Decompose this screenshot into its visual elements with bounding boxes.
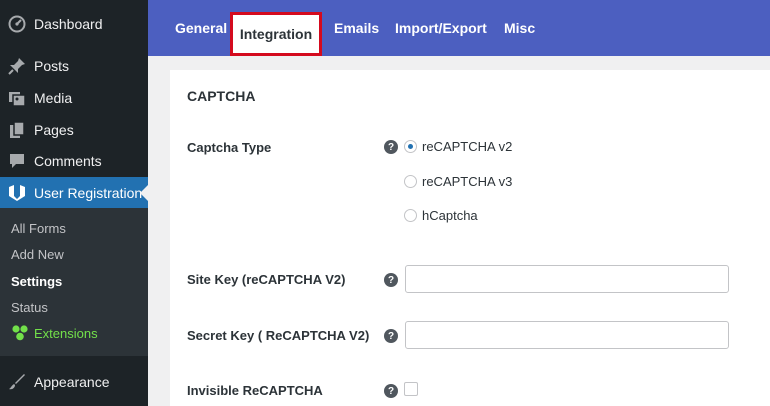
submenu-item-extensions[interactable]: Extensions: [11, 324, 98, 342]
radio-label: reCAPTCHA v3: [422, 174, 513, 189]
sidebar-item-media[interactable]: Media: [0, 82, 148, 114]
secret-key-input[interactable]: [405, 321, 729, 349]
pages-icon: [8, 121, 26, 139]
ur-logo-icon: [8, 184, 26, 202]
tab-misc[interactable]: Misc: [504, 20, 535, 36]
submenu-item-all-forms[interactable]: All Forms: [11, 221, 66, 236]
sidebar-item-label: Pages: [34, 122, 74, 138]
help-icon[interactable]: ?: [384, 140, 398, 154]
site-key-label: Site Key (reCAPTCHA V2): [187, 272, 346, 287]
sidebar-item-label: Comments: [34, 153, 102, 169]
submenu-item-settings[interactable]: Settings: [11, 274, 62, 289]
radio-recaptcha-v3[interactable]: reCAPTCHA v3: [404, 174, 512, 189]
sidebar-item-appearance[interactable]: Appearance: [0, 366, 148, 398]
captcha-type-label: Captcha Type: [187, 140, 272, 155]
invisible-recaptcha-checkbox[interactable]: [404, 382, 418, 396]
tab-emails[interactable]: Emails: [334, 20, 379, 36]
extensions-label: Extensions: [34, 325, 98, 341]
media-icon: [8, 89, 26, 107]
user-registration-submenu: All Forms Add New Settings Status Extens…: [0, 208, 148, 356]
sidebar-item-comments[interactable]: Comments: [0, 145, 148, 177]
extensions-icon: [11, 324, 29, 342]
radio-hcaptcha[interactable]: hCaptcha: [404, 208, 478, 223]
site-key-input[interactable]: [405, 265, 729, 293]
admin-sidebar: Dashboard Posts Media Pages Comments Use…: [0, 0, 148, 406]
radio-recaptcha-v2[interactable]: reCAPTCHA v2: [404, 139, 512, 154]
help-icon[interactable]: ?: [384, 273, 398, 287]
settings-tabs-bar: General Integration Emails Import/Export…: [148, 0, 770, 56]
tab-import-export[interactable]: Import/Export: [395, 20, 487, 36]
sidebar-item-label: Posts: [34, 58, 70, 74]
secret-key-label: Secret Key ( ReCAPTCHA V2): [187, 328, 370, 343]
submenu-item-add-new[interactable]: Add New: [11, 247, 64, 262]
sidebar-item-user-registration[interactable]: User Registration: [0, 177, 148, 209]
sidebar-item-dashboard[interactable]: Dashboard: [0, 8, 148, 40]
sidebar-item-posts[interactable]: Posts: [0, 50, 148, 82]
invisible-recaptcha-label: Invisible ReCAPTCHA: [187, 383, 323, 398]
help-icon[interactable]: ?: [384, 384, 398, 398]
comment-icon: [8, 152, 26, 170]
radio-button[interactable]: [404, 209, 417, 222]
radio-button[interactable]: [404, 140, 417, 153]
help-icon[interactable]: ?: [384, 329, 398, 343]
submenu-item-status[interactable]: Status: [11, 300, 48, 315]
section-title: CAPTCHA: [187, 88, 256, 104]
tab-general[interactable]: General: [175, 20, 227, 36]
sidebar-item-label: Appearance: [34, 374, 110, 390]
radio-label: hCaptcha: [422, 208, 478, 223]
sidebar-item-label: Media: [34, 90, 73, 106]
sidebar-item-label: Dashboard: [34, 16, 103, 32]
sidebar-item-pages[interactable]: Pages: [0, 114, 148, 146]
tab-integration[interactable]: Integration: [230, 12, 322, 56]
pin-icon: [8, 57, 26, 75]
radio-button[interactable]: [404, 175, 417, 188]
settings-panel: [170, 70, 770, 406]
dashboard-icon: [8, 15, 26, 33]
brush-icon: [8, 373, 26, 391]
sidebar-item-label: User Registration: [34, 185, 143, 201]
radio-label: reCAPTCHA v2: [422, 139, 513, 154]
